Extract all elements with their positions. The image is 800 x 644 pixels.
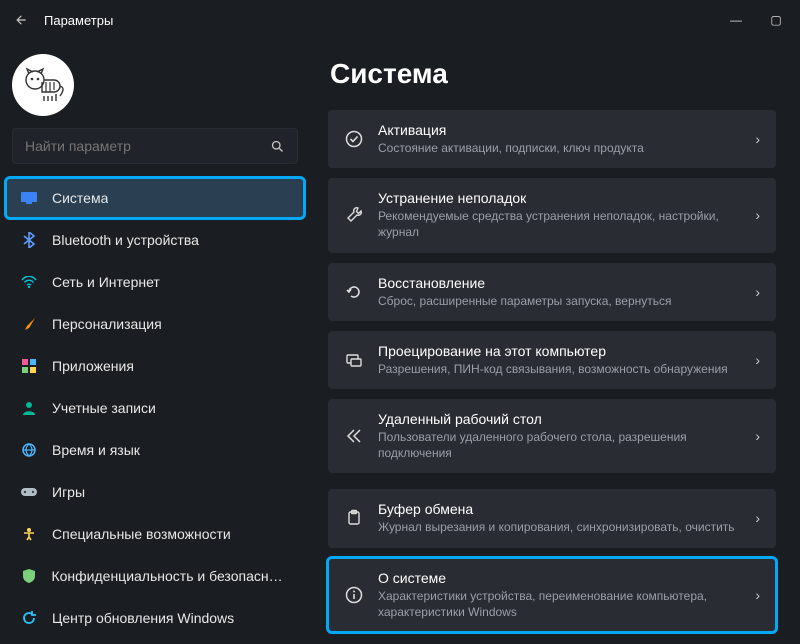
minimize-button[interactable]: — (726, 13, 746, 27)
card-title: Удаленный рабочий стол (378, 411, 741, 427)
main-content: Система Активация Состояние активации, п… (310, 40, 800, 644)
card-recovery[interactable]: Восстановление Сброс, расширенные параме… (328, 263, 776, 321)
card-title: Проецирование на этот компьютер (378, 343, 741, 359)
sidebar-item-label: Сеть и Интернет (52, 274, 160, 290)
sidebar-item-label: Система (52, 190, 108, 206)
sidebar-item-network[interactable]: Сеть и Интернет (6, 262, 304, 302)
card-subtitle: Разрешения, ПИН-код связывания, возможно… (378, 361, 741, 377)
sidebar-item-label: Специальные возможности (52, 526, 231, 542)
card-text: Удаленный рабочий стол Пользователи удал… (378, 411, 741, 461)
remote-desktop-icon (344, 427, 364, 445)
card-subtitle: Журнал вырезания и копирования, синхрони… (378, 519, 741, 535)
chevron-right-icon: › (755, 131, 760, 147)
card-subtitle: Состояние активации, подписки, ключ прод… (378, 140, 741, 156)
wrench-icon (344, 206, 364, 224)
card-projecting[interactable]: Проецирование на этот компьютер Разрешен… (328, 331, 776, 389)
chevron-right-icon: › (755, 207, 760, 223)
layout: Система Bluetooth и устройства Сеть и Ин… (0, 40, 800, 644)
recovery-icon (344, 283, 364, 301)
card-subtitle: Характеристики устройства, переименовани… (378, 588, 741, 620)
sidebar-item-label: Центр обновления Windows (52, 610, 234, 626)
search-icon (270, 139, 285, 154)
card-title: Устранение неполадок (378, 190, 741, 206)
search-box[interactable] (12, 128, 298, 164)
sidebar-item-accounts[interactable]: Учетные записи (6, 388, 304, 428)
chevron-right-icon: › (755, 428, 760, 444)
nav-list: Система Bluetooth и устройства Сеть и Ин… (6, 178, 304, 638)
search-input[interactable] (25, 138, 270, 154)
sidebar-item-label: Персонализация (52, 316, 162, 332)
card-activation[interactable]: Активация Состояние активации, подписки,… (328, 110, 776, 168)
chevron-right-icon: › (755, 352, 760, 368)
brush-icon (20, 316, 38, 332)
accessibility-icon (20, 527, 38, 541)
avatar[interactable] (12, 54, 74, 116)
sidebar-item-bluetooth[interactable]: Bluetooth и устройства (6, 220, 304, 260)
chevron-right-icon: › (755, 587, 760, 603)
clipboard-icon (344, 509, 364, 527)
chevron-right-icon: › (755, 510, 760, 526)
back-button[interactable] (14, 13, 28, 27)
sidebar-item-system[interactable]: Система (6, 178, 304, 218)
window-title: Параметры (44, 13, 726, 28)
title-bar: Параметры — ▢ (0, 0, 800, 40)
card-text: Восстановление Сброс, расширенные параме… (378, 275, 741, 309)
sidebar: Система Bluetooth и устройства Сеть и Ин… (0, 40, 310, 644)
apps-icon (20, 359, 38, 373)
sidebar-item-label: Bluetooth и устройства (52, 232, 199, 248)
card-remote[interactable]: Удаленный рабочий стол Пользователи удал… (328, 399, 776, 473)
card-text: Проецирование на этот компьютер Разрешен… (378, 343, 741, 377)
card-title: Восстановление (378, 275, 741, 291)
system-icon (20, 192, 38, 204)
globe-icon (20, 443, 38, 457)
sidebar-item-label: Учетные записи (52, 400, 156, 416)
sidebar-item-label: Время и язык (52, 442, 140, 458)
sidebar-item-apps[interactable]: Приложения (6, 346, 304, 386)
card-subtitle: Пользователи удаленного рабочего стола, … (378, 429, 741, 461)
card-title: О системе (378, 570, 741, 586)
card-text: О системе Характеристики устройства, пер… (378, 570, 741, 620)
sidebar-item-label: Приложения (52, 358, 134, 374)
card-clipboard[interactable]: Буфер обмена Журнал вырезания и копирова… (328, 489, 776, 547)
card-troubleshoot[interactable]: Устранение неполадок Рекомендуемые средс… (328, 178, 776, 252)
cat-avatar-icon (22, 64, 64, 106)
sidebar-item-label: Игры (52, 484, 85, 500)
card-subtitle: Сброс, расширенные параметры запуска, ве… (378, 293, 741, 309)
sidebar-item-gaming[interactable]: Игры (6, 472, 304, 512)
info-icon (344, 586, 364, 604)
wifi-icon (20, 276, 38, 288)
projecting-icon (344, 351, 364, 369)
maximize-button[interactable]: ▢ (766, 13, 786, 27)
card-subtitle: Рекомендуемые средства устранения непола… (378, 208, 741, 240)
window-controls: — ▢ (726, 13, 786, 27)
arrow-left-icon (14, 13, 28, 27)
sidebar-item-accessibility[interactable]: Специальные возможности (6, 514, 304, 554)
person-icon (20, 401, 38, 415)
card-text: Активация Состояние активации, подписки,… (378, 122, 741, 156)
check-circle-icon (344, 130, 364, 148)
card-about[interactable]: О системе Характеристики устройства, пер… (328, 558, 776, 632)
sidebar-item-update[interactable]: Центр обновления Windows (6, 598, 304, 638)
card-title: Активация (378, 122, 741, 138)
chevron-right-icon: › (755, 284, 760, 300)
sidebar-item-personalization[interactable]: Персонализация (6, 304, 304, 344)
sidebar-item-privacy[interactable]: Конфиденциальность и безопасность (6, 556, 304, 596)
shield-icon (20, 569, 37, 583)
update-icon (20, 611, 38, 625)
sidebar-item-time[interactable]: Время и язык (6, 430, 304, 470)
card-text: Устранение неполадок Рекомендуемые средс… (378, 190, 741, 240)
page-title: Система (330, 58, 776, 90)
sidebar-item-label: Конфиденциальность и безопасность (51, 568, 290, 584)
bluetooth-icon (20, 232, 38, 248)
gamepad-icon (20, 487, 38, 497)
card-text: Буфер обмена Журнал вырезания и копирова… (378, 501, 741, 535)
card-title: Буфер обмена (378, 501, 741, 517)
